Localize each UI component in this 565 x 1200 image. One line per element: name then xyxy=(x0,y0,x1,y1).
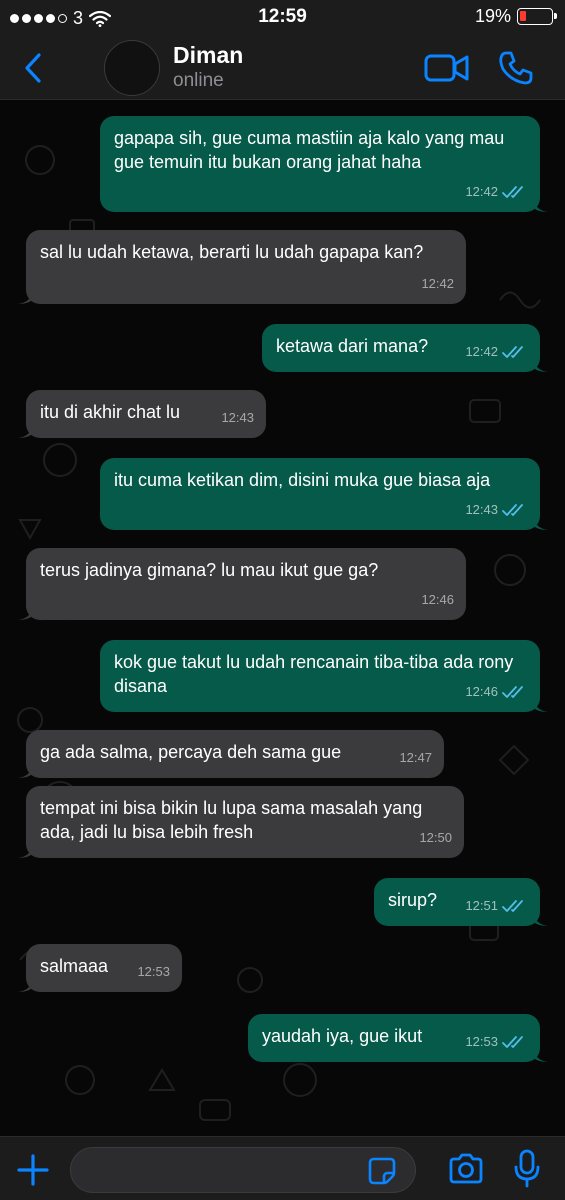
message-meta: 12:51 xyxy=(465,894,528,918)
double-check-icon xyxy=(502,900,523,912)
contact-name[interactable]: Diman xyxy=(173,42,243,69)
sticker-icon[interactable] xyxy=(368,1157,396,1185)
outgoing-message[interactable]: gapapa sih, gue cuma mastiin aja kalo ya… xyxy=(100,116,548,212)
incoming-message[interactable]: ga ada salma, percaya deh sama gue 12:47 xyxy=(18,730,444,778)
message-meta: 12:53 xyxy=(137,960,170,984)
incoming-message[interactable]: sal lu udah ketawa, berarti lu udah gapa… xyxy=(18,230,466,304)
battery-status: 19% xyxy=(474,6,557,27)
message-time: 12:53 xyxy=(465,1034,498,1049)
chat-header: Diman online xyxy=(0,36,565,100)
double-check-icon xyxy=(502,186,523,198)
message-meta: 12:42 xyxy=(465,340,528,364)
bubble-tail xyxy=(532,696,548,712)
contact-avatar[interactable] xyxy=(104,40,160,96)
outgoing-message[interactable]: ketawa dari mana? 12:42 xyxy=(262,324,548,372)
message-time: 12:43 xyxy=(465,502,498,517)
message-meta: 12:50 xyxy=(419,826,452,850)
message-time: 12:46 xyxy=(465,684,498,699)
outgoing-message[interactable]: kok gue takut lu udah rencanain tiba-tib… xyxy=(100,640,548,712)
battery-percent: 19% xyxy=(474,6,511,26)
message-time: 12:50 xyxy=(419,830,452,845)
message-text: itu cuma ketikan dim, disini muka gue bi… xyxy=(114,470,491,490)
outgoing-message[interactable]: itu cuma ketikan dim, disini muka gue bi… xyxy=(100,458,548,530)
double-check-icon xyxy=(502,686,523,698)
incoming-message[interactable]: itu di akhir chat lu 12:43 xyxy=(18,390,266,438)
composer-bar xyxy=(0,1136,565,1200)
message-text: gapapa sih, gue cuma mastiin aja kalo ya… xyxy=(114,128,505,172)
message-meta: 12:43 xyxy=(465,498,528,522)
message-meta: 12:47 xyxy=(399,746,432,770)
status-bar: 3 12:59 19% xyxy=(0,0,565,36)
bubble-tail xyxy=(532,910,548,926)
video-call-icon[interactable] xyxy=(424,52,470,84)
bubble-tail xyxy=(18,288,34,304)
message-input[interactable] xyxy=(70,1147,416,1193)
bubble-tail xyxy=(532,196,548,212)
bubble-tail xyxy=(18,762,34,778)
message-meta: 12:42 xyxy=(465,180,528,204)
message-text: tempat ini bisa bikin lu lupa sama masal… xyxy=(40,798,423,842)
message-text: ga ada salma, percaya deh sama gue xyxy=(40,742,342,762)
bubble-tail xyxy=(532,1046,548,1062)
incoming-message[interactable]: terus jadinya gimana? lu mau ikut gue ga… xyxy=(18,548,466,620)
outgoing-message[interactable]: sirup? 12:51 xyxy=(374,878,548,926)
double-check-icon xyxy=(502,1036,523,1048)
message-time: 12:47 xyxy=(399,750,432,765)
message-meta: 12:53 xyxy=(465,1030,528,1054)
message-meta: 12:42 xyxy=(421,272,454,296)
message-time: 12:46 xyxy=(421,592,454,607)
message-time: 12:42 xyxy=(465,344,498,359)
contact-status: online xyxy=(173,70,224,91)
message-time: 12:51 xyxy=(465,898,498,913)
plus-icon[interactable] xyxy=(16,1153,50,1187)
message-text: terus jadinya gimana? lu mau ikut gue ga… xyxy=(40,560,379,580)
message-time: 12:43 xyxy=(221,410,254,425)
message-time: 12:42 xyxy=(421,276,454,291)
bubble-tail xyxy=(532,356,548,372)
double-check-icon xyxy=(502,346,523,358)
microphone-icon[interactable] xyxy=(514,1149,540,1189)
phone-call-icon[interactable] xyxy=(498,50,534,86)
message-meta: 12:43 xyxy=(221,406,254,430)
back-chevron-icon[interactable] xyxy=(20,50,48,86)
camera-icon[interactable] xyxy=(448,1153,484,1185)
message-text: sal lu udah ketawa, berarti lu udah gapa… xyxy=(40,242,424,262)
message-time: 12:53 xyxy=(137,964,170,979)
bubble-tail xyxy=(18,976,34,992)
outgoing-message[interactable]: yaudah iya, gue ikut 12:53 xyxy=(248,1014,548,1062)
bubble-tail xyxy=(18,842,34,858)
battery-icon xyxy=(517,8,557,25)
incoming-message[interactable]: salmaaa 12:53 xyxy=(18,944,182,992)
incoming-message[interactable]: tempat ini bisa bikin lu lupa sama masal… xyxy=(18,786,464,858)
double-check-icon xyxy=(502,504,523,516)
message-list[interactable]: gapapa sih, gue cuma mastiin aja kalo ya… xyxy=(0,100,565,1136)
message-meta: 12:46 xyxy=(465,680,528,704)
message-time: 12:42 xyxy=(465,184,498,199)
bubble-tail xyxy=(18,422,34,438)
message-meta: 12:46 xyxy=(421,588,454,612)
bubble-tail xyxy=(18,604,34,620)
bubble-tail xyxy=(532,514,548,530)
